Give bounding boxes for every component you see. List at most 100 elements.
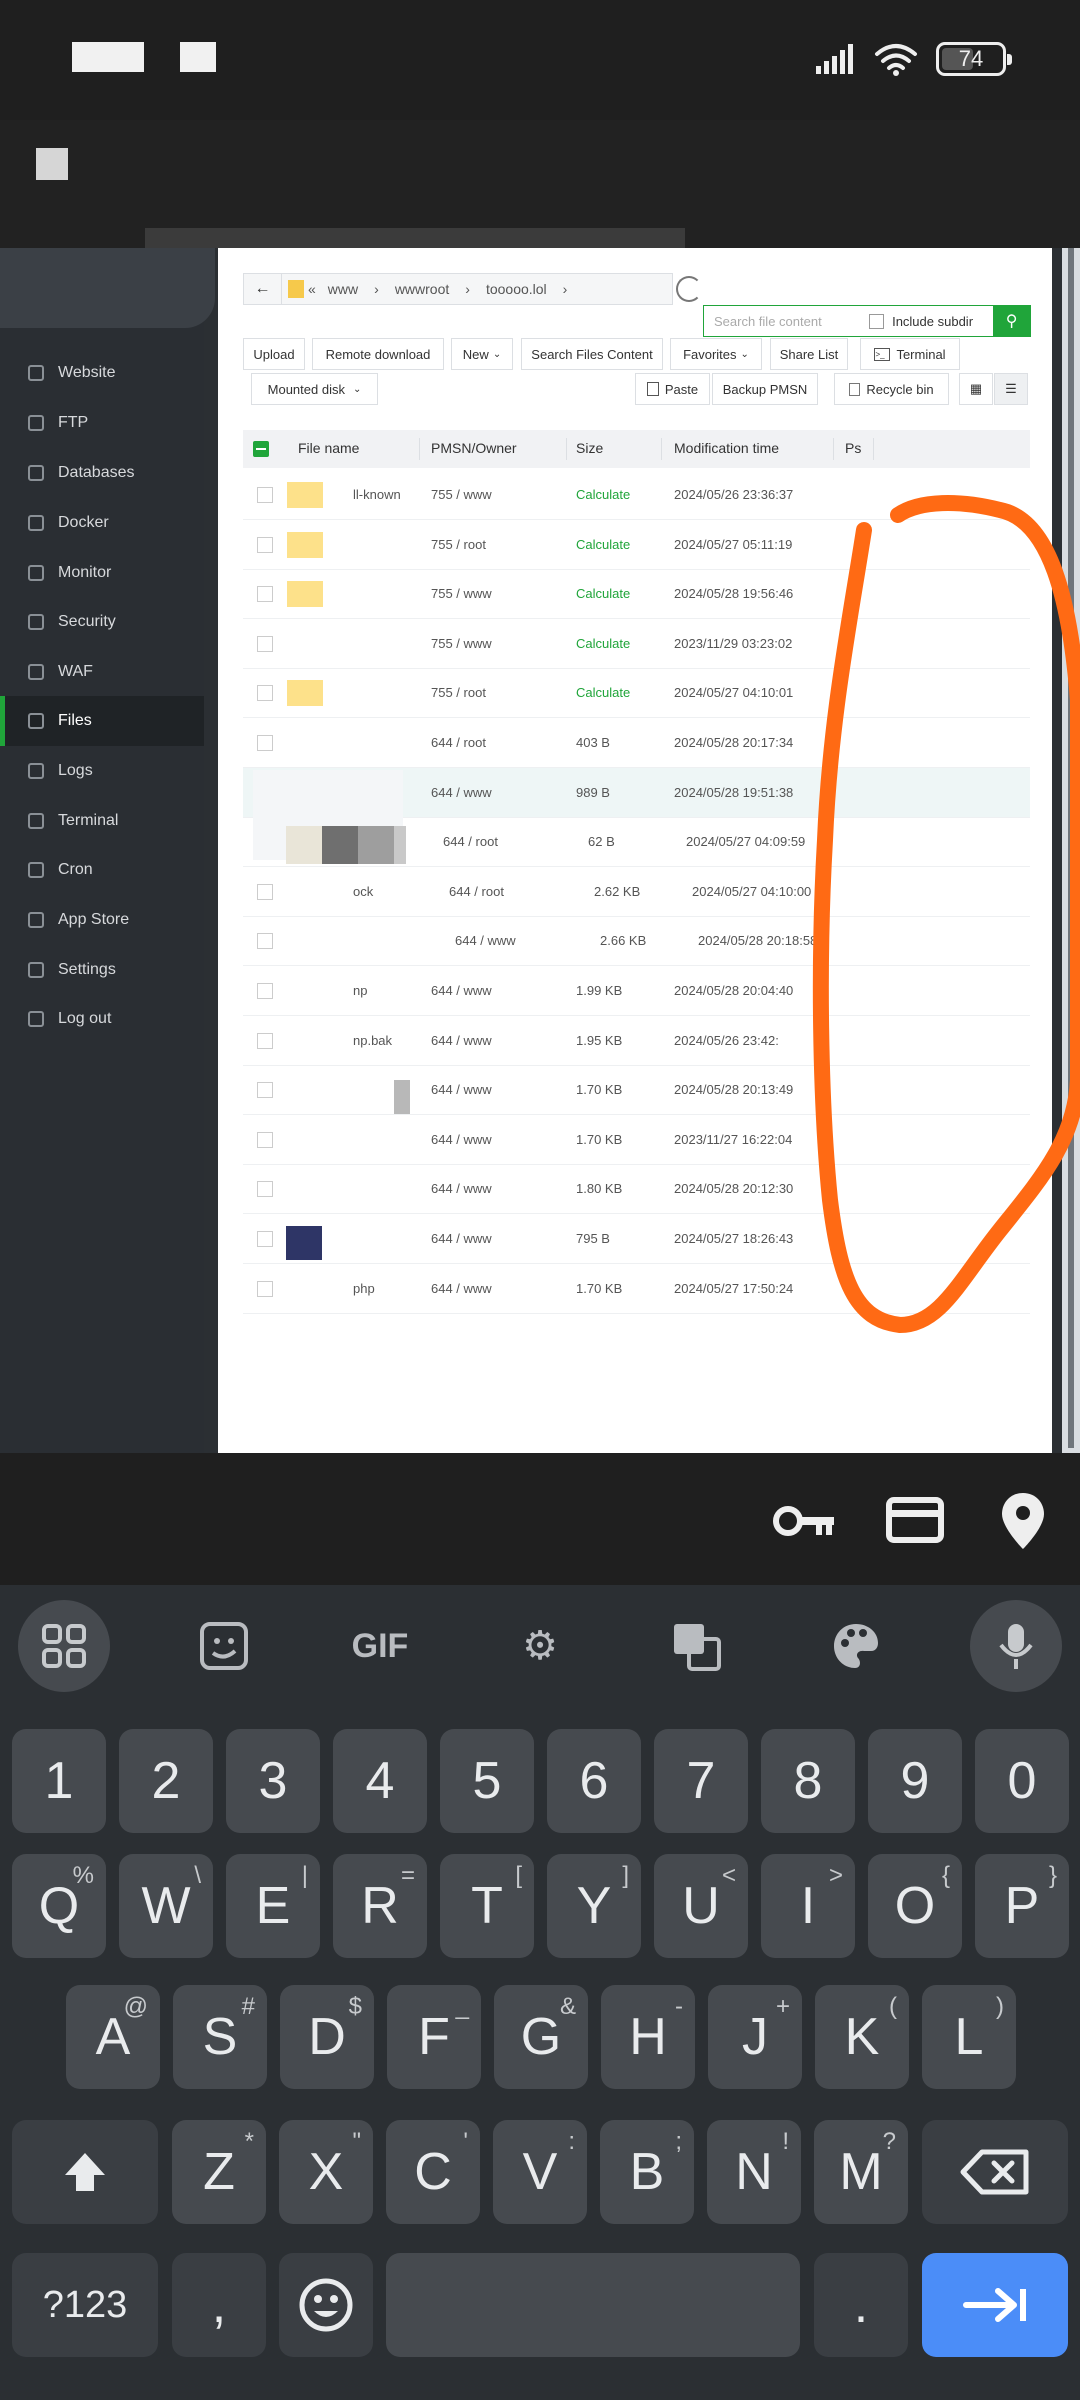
key-z[interactable]: Z * bbox=[172, 2120, 266, 2224]
gif-icon[interactable]: GIF bbox=[334, 1600, 426, 1692]
key-0[interactable]: 0 bbox=[975, 1729, 1069, 1833]
key-label: P bbox=[1004, 1877, 1040, 1935]
key-label: K bbox=[844, 2008, 880, 2066]
key-l[interactable]: L) bbox=[922, 1985, 1016, 2089]
key-b[interactable]: B; bbox=[600, 2120, 694, 2224]
key-8[interactable]: 8 bbox=[761, 1729, 855, 1833]
key-q[interactable]: Q% bbox=[12, 1854, 106, 1958]
key-r[interactable]: R = bbox=[333, 1854, 427, 1958]
key-label: S bbox=[202, 2008, 238, 2066]
key-label: C bbox=[414, 2143, 452, 2201]
key-x[interactable]: X " bbox=[279, 2120, 373, 2224]
key-g[interactable]: G & bbox=[494, 1985, 588, 2089]
key-v[interactable]: V: bbox=[493, 2120, 587, 2224]
key-y[interactable]: Y] bbox=[547, 1854, 641, 1958]
key-secondary: % bbox=[72, 1862, 94, 1889]
key-c[interactable]: C ' bbox=[386, 2120, 480, 2224]
key-secondary: } bbox=[1048, 1862, 1057, 1889]
emoji-key[interactable] bbox=[279, 2253, 373, 2357]
key-label: 5 bbox=[472, 1752, 502, 1810]
key-label: 8 bbox=[793, 1752, 823, 1810]
key-w[interactable]: W \ bbox=[119, 1854, 213, 1958]
key-s[interactable]: S # bbox=[173, 1985, 267, 2089]
comma-key[interactable]: , bbox=[172, 2253, 266, 2357]
key-f[interactable]: F _ bbox=[387, 1985, 481, 2089]
key-7[interactable]: 7 bbox=[654, 1729, 748, 1833]
key-secondary: ] bbox=[622, 1862, 629, 1889]
key-secondary: * bbox=[244, 2128, 254, 2155]
key-4[interactable]: 4 bbox=[333, 1729, 427, 1833]
key-p[interactable]: P} bbox=[975, 1854, 1069, 1958]
key-label: H bbox=[629, 2008, 667, 2066]
key-k[interactable]: K( bbox=[815, 1985, 909, 2089]
key-label: Y bbox=[576, 1877, 612, 1935]
key-label: R bbox=[361, 1877, 399, 1935]
key-d[interactable]: D $ bbox=[280, 1985, 374, 2089]
key-label: L bbox=[954, 2008, 984, 2066]
key-label: G bbox=[520, 2008, 562, 2066]
key-label: D bbox=[308, 2008, 346, 2066]
key-label: 0 bbox=[1007, 1752, 1037, 1810]
key-secondary: ! bbox=[782, 2128, 789, 2155]
key-a[interactable]: A @ bbox=[66, 1985, 160, 2089]
key-h[interactable]: H- bbox=[601, 1985, 695, 2089]
backspace-key[interactable] bbox=[922, 2120, 1068, 2224]
key-label: Z bbox=[203, 2143, 235, 2201]
key-secondary: > bbox=[828, 1862, 843, 1889]
apps-grid-icon[interactable] bbox=[18, 1600, 110, 1692]
key-secondary: < bbox=[721, 1862, 736, 1889]
key-o[interactable]: O{ bbox=[868, 1854, 962, 1958]
microphone-icon[interactable] bbox=[970, 1600, 1062, 1692]
key-label: ?123 bbox=[42, 2283, 128, 2326]
key-2[interactable]: 2 bbox=[119, 1729, 213, 1833]
key-secondary: - bbox=[675, 1993, 683, 2020]
key-label: . bbox=[853, 2276, 869, 2334]
key-secondary: + bbox=[775, 1993, 790, 2020]
key-label: X bbox=[308, 2143, 344, 2201]
symbols-key[interactable]: ?123 bbox=[12, 2253, 158, 2357]
key-secondary: ; bbox=[675, 2128, 682, 2155]
card-icon[interactable] bbox=[886, 1497, 944, 1543]
enter-key[interactable] bbox=[922, 2253, 1068, 2357]
key-i[interactable]: I > bbox=[761, 1854, 855, 1958]
key-secondary: # bbox=[241, 1993, 255, 2020]
key-n[interactable]: N! bbox=[707, 2120, 801, 2224]
key-label: I bbox=[800, 1877, 816, 1935]
key-m[interactable]: M? bbox=[814, 2120, 908, 2224]
key-secondary: \ bbox=[194, 1862, 201, 1889]
key-secondary: = bbox=[400, 1862, 415, 1889]
key-3[interactable]: 3 bbox=[226, 1729, 320, 1833]
key-e[interactable]: E | bbox=[226, 1854, 320, 1958]
translate-icon[interactable] bbox=[650, 1600, 742, 1692]
shift-key[interactable] bbox=[12, 2120, 158, 2224]
key-9[interactable]: 9 bbox=[868, 1729, 962, 1833]
gear-icon[interactable]: ⚙ bbox=[494, 1600, 586, 1692]
key-u[interactable]: U < bbox=[654, 1854, 748, 1958]
key-secondary: $ bbox=[348, 1993, 362, 2020]
key-label: T bbox=[471, 1877, 503, 1935]
key-secondary: & bbox=[559, 1993, 576, 2020]
key-label: 6 bbox=[579, 1752, 609, 1810]
autofill-bar bbox=[0, 1453, 1080, 1585]
key-label: W bbox=[141, 1877, 191, 1935]
key-t[interactable]: T[ bbox=[440, 1854, 534, 1958]
key-label: V bbox=[522, 2143, 558, 2201]
period-key[interactable]: . bbox=[814, 2253, 908, 2357]
key-label: 9 bbox=[900, 1752, 930, 1810]
key-5[interactable]: 5 bbox=[440, 1729, 534, 1833]
key-label: 2 bbox=[151, 1752, 181, 1810]
key-icon[interactable] bbox=[772, 1501, 836, 1541]
key-secondary: [ bbox=[515, 1862, 522, 1889]
location-pin-icon[interactable] bbox=[1000, 1491, 1046, 1551]
key-secondary: ? bbox=[882, 2128, 896, 2155]
palette-icon[interactable] bbox=[810, 1600, 902, 1692]
key-label: F bbox=[418, 2008, 450, 2066]
key-6[interactable]: 6 bbox=[547, 1729, 641, 1833]
space-key[interactable] bbox=[386, 2253, 800, 2357]
key-1[interactable]: 1 bbox=[12, 1729, 106, 1833]
key-secondary: ' bbox=[463, 2128, 468, 2155]
key-label: J bbox=[742, 2008, 768, 2066]
key-j[interactable]: J + bbox=[708, 1985, 802, 2089]
sticker-icon[interactable] bbox=[178, 1600, 270, 1692]
key-label: E bbox=[255, 1877, 291, 1935]
